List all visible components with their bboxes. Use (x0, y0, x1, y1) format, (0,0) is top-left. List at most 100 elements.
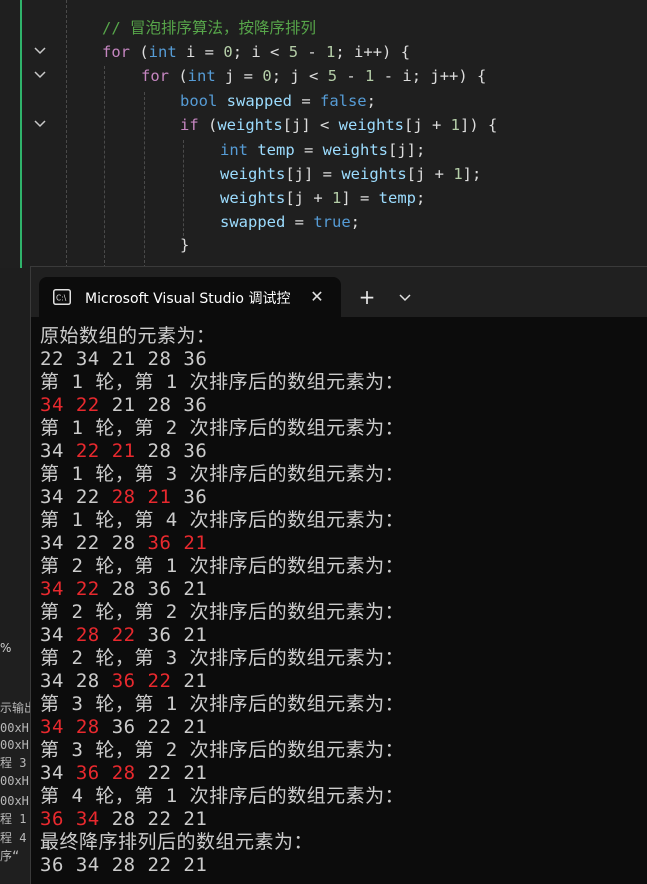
array-value: 22 (147, 670, 172, 692)
indent-guide (144, 92, 145, 268)
fold-chevron-icon[interactable] (33, 44, 47, 58)
code-line[interactable]: // 冒泡排序算法，按降序排列 (102, 16, 316, 40)
array-value: 36 (75, 762, 100, 784)
array-value: 34 (40, 762, 64, 784)
array-value: 36 (40, 808, 64, 830)
array-value: 36 (111, 670, 136, 692)
console-array-line: 34 28 36 22 21 (40, 670, 640, 693)
array-value: 36 (111, 716, 136, 738)
code-line[interactable]: bool swapped = false; (180, 89, 376, 113)
array-value: 22 (147, 716, 172, 738)
output-line: 序“ (0, 849, 20, 863)
code-line[interactable]: swapped = true; (220, 210, 360, 234)
indent-guide (66, 0, 67, 268)
console-array-line: 36 34 28 22 21 (40, 854, 640, 877)
new-tab-button[interactable]: + (355, 285, 379, 309)
array-value: 36 (183, 486, 208, 508)
array-value: 34 (40, 440, 64, 462)
array-value: 22 (75, 532, 100, 554)
close-icon[interactable]: ✕ (307, 287, 327, 307)
console-array-line: 34 22 28 36 21 (40, 532, 640, 555)
zoom-percent: % (0, 641, 12, 655)
console-text-line: 第 1 轮，第 4 次排序后的数组元素为： (40, 509, 405, 531)
debug-console-window[interactable]: C:\ Microsoft Visual Studio 调试控 ✕ + 原始数组… (30, 266, 647, 884)
console-text-line: 第 2 轮，第 3 次排序后的数组元素为： (40, 647, 405, 669)
array-value: 34 (40, 532, 64, 554)
array-value: 21 (183, 624, 208, 646)
array-value: 28 (147, 394, 172, 416)
code-line[interactable]: } (180, 233, 189, 257)
tab-strip: C:\ Microsoft Visual Studio 调试控 ✕ + (31, 267, 647, 317)
array-value: 22 (147, 808, 172, 830)
code-line[interactable]: int temp = weights[j]; (220, 138, 425, 162)
array-value: 28 (147, 348, 172, 370)
array-value: 21 (111, 348, 136, 370)
code-line[interactable]: if (weights[j] < weights[j + 1]) { (180, 113, 497, 137)
array-value: 21 (183, 808, 208, 830)
console-text-line: 最终降序排列后的数组元素为： (40, 831, 314, 853)
console-text-line: 第 1 轮，第 3 次排序后的数组元素为： (40, 463, 405, 485)
array-value: 28 (75, 624, 100, 646)
array-value: 21 (183, 762, 208, 784)
indent-guide (183, 140, 184, 236)
array-value: 28 (111, 532, 136, 554)
array-value: 22 (40, 348, 64, 370)
code-editor[interactable]: // 冒泡排序算法，按降序排列 for (int i = 0; i < 5 - … (0, 0, 647, 268)
indent-guide (104, 66, 105, 268)
array-value: 21 (183, 716, 208, 738)
array-value: 36 (147, 578, 172, 600)
array-value: 34 (75, 854, 100, 876)
code-line[interactable]: weights[j] = weights[j + 1]; (220, 162, 481, 186)
array-value: 28 (111, 486, 136, 508)
array-value: 34 (40, 486, 64, 508)
array-value: 22 (75, 394, 100, 416)
array-value: 34 (75, 808, 100, 830)
array-value: 21 (147, 486, 172, 508)
output-line: 程 3 (0, 756, 27, 770)
array-value: 34 (40, 394, 64, 416)
array-value: 28 (111, 578, 136, 600)
console-text-line: 原始数组的元素为： (40, 325, 216, 347)
array-value: 22 (75, 578, 100, 600)
tab-title: Microsoft Visual Studio 调试控 (85, 291, 291, 307)
array-value: 28 (147, 440, 172, 462)
change-indicator-bar (20, 0, 22, 268)
tab-debug-console[interactable]: C:\ Microsoft Visual Studio 调试控 ✕ (39, 277, 341, 317)
fold-chevron-icon[interactable] (33, 68, 47, 82)
console-text-line: 第 1 轮，第 2 次排序后的数组元素为： (40, 417, 405, 439)
console-array-line: 36 34 28 22 21 (40, 808, 640, 831)
array-value: 34 (40, 578, 64, 600)
code-line[interactable]: for (int i = 0; i < 5 - 1; i++) { (102, 40, 410, 64)
array-value: 36 (40, 854, 64, 876)
console-array-line: 34 28 36 22 21 (40, 716, 640, 739)
console-text-line: 第 3 轮，第 2 次排序后的数组元素为： (40, 739, 405, 761)
output-line: 00xH (0, 794, 29, 808)
chevron-down-icon[interactable] (393, 285, 417, 309)
array-value: 22 (75, 486, 100, 508)
array-value: 21 (183, 578, 208, 600)
array-value: 28 (111, 808, 136, 830)
console-array-line: 34 22 21 28 36 (40, 394, 640, 417)
console-text-line: 第 2 轮，第 2 次排序后的数组元素为： (40, 601, 405, 623)
array-value: 28 (75, 670, 100, 692)
array-value: 28 (111, 762, 136, 784)
array-value: 28 (111, 854, 136, 876)
array-value: 34 (40, 624, 64, 646)
console-array-line: 22 34 21 28 36 (40, 348, 640, 371)
fold-chevron-icon[interactable] (33, 117, 47, 131)
code-line[interactable]: weights[j + 1] = temp; (220, 186, 425, 210)
array-value: 22 (111, 624, 136, 646)
console-text-line: 第 1 轮，第 1 次排序后的数组元素为： (40, 371, 405, 393)
console-text-line: 第 2 轮，第 1 次排序后的数组元素为： (40, 555, 405, 577)
array-value: 36 (183, 348, 208, 370)
array-value: 36 (183, 440, 208, 462)
code-line[interactable]: for (int j = 0; j < 5 - 1 - i; j++) { (141, 64, 486, 88)
console-array-line: 34 36 28 22 21 (40, 762, 640, 785)
output-line: 示输出 (0, 701, 30, 715)
console-output[interactable]: 原始数组的元素为： 22 34 21 28 36 第 1 轮，第 1 次排序后的数组… (40, 325, 640, 877)
array-value: 34 (40, 670, 64, 692)
array-value: 21 (183, 532, 208, 554)
array-value: 34 (75, 348, 100, 370)
array-value: 21 (183, 670, 208, 692)
output-line: 程 1 (0, 812, 27, 826)
